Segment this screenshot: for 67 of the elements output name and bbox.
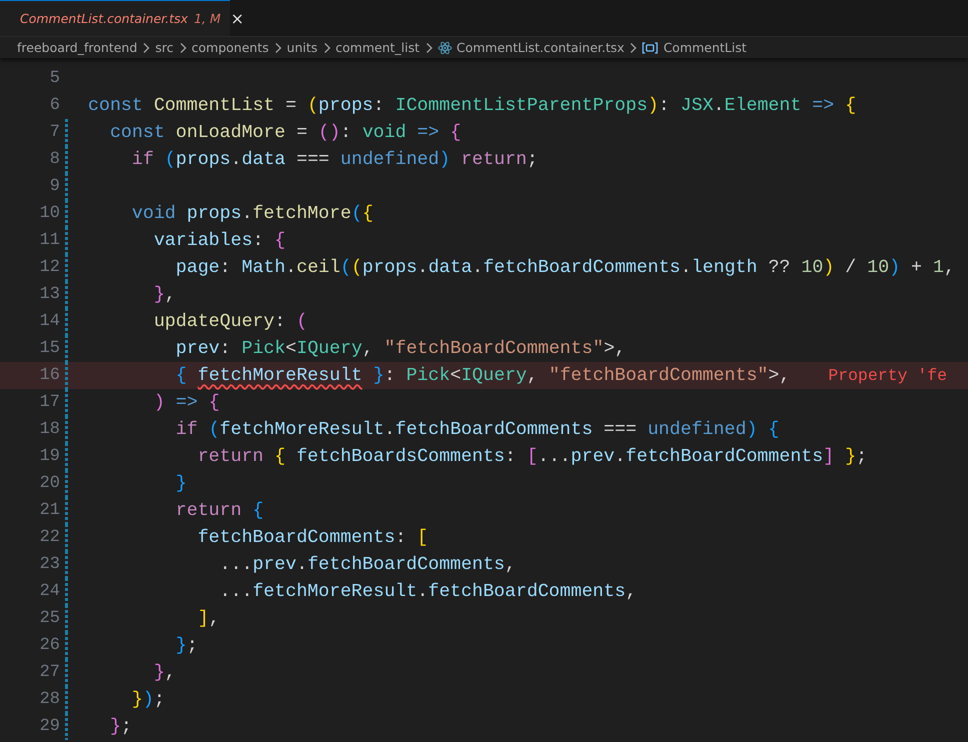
chevron-icon: [274, 42, 282, 54]
line-number: 9: [48, 177, 60, 196]
line-number: 26: [38, 636, 60, 655]
line-number: 22: [38, 528, 60, 547]
code-line: const CommentList = (props: ICommentListParentProps): JSX.Element => {: [88, 96, 856, 116]
breadcrumb-item[interactable]: components: [192, 40, 269, 55]
variable-icon: [642, 42, 658, 54]
code-line: });: [130, 690, 165, 710]
line-number: 7: [48, 123, 60, 142]
line-number: 28: [38, 690, 60, 709]
close-button[interactable]: ×: [230, 9, 244, 28]
line-number: 27: [38, 663, 60, 682]
line-number: 16: [38, 366, 60, 385]
breadcrumb-item[interactable]: CommentList: [663, 40, 747, 55]
line-number: 19: [38, 447, 60, 466]
code-line: variables: {: [152, 230, 286, 250]
code-line: ],: [196, 608, 220, 628]
code-line: }: [174, 474, 187, 494]
chevron-icon: [322, 42, 330, 54]
chevron-icon: [178, 42, 187, 54]
line-number: 10: [38, 204, 60, 223]
line-number: 14: [38, 312, 60, 331]
chevron-icon: [424, 42, 432, 54]
code-line: ) => {: [152, 392, 220, 412]
line-number: 17: [38, 393, 60, 412]
code-line: };: [174, 636, 198, 656]
code-line: if (props.data === undefined) return;: [130, 150, 538, 170]
code-line: prev: Pick<IQuery, "fetchBoardComments">,: [174, 338, 626, 358]
code-line: return {: [174, 500, 264, 520]
line-number: 24: [38, 582, 60, 601]
line-number: 5: [48, 69, 60, 88]
code-line: },: [152, 662, 176, 682]
error-message: Property 'fe: [828, 366, 948, 385]
code-line: fetchBoardComments: [: [196, 528, 428, 548]
tab-title: CommentList.container.tsx: [20, 11, 188, 26]
line-number: 8: [48, 150, 60, 169]
code-line: void props.fetchMore({: [130, 204, 374, 224]
breadcrumb-item[interactable]: freeboard_frontend: [17, 40, 138, 55]
breadcrumb-item[interactable]: comment_list: [336, 40, 420, 55]
code-line: const onLoadMore = (): void => {: [108, 122, 462, 142]
code-line: ...fetchMoreResult.fetchBoardComments,: [218, 582, 637, 602]
breadcrumb-item[interactable]: CommentList.container.tsx: [456, 40, 624, 55]
line-number: 11: [38, 231, 60, 250]
line-number: 29: [38, 717, 60, 736]
line-number: 23: [38, 555, 60, 574]
breadcrumb-item[interactable]: units: [286, 40, 318, 55]
line-number: 21: [38, 501, 60, 520]
chevron-icon: [142, 42, 150, 54]
code-line: return { fetchBoardsComments: [...prev.fetchBoardComments] };: [196, 446, 868, 466]
code-line: };: [108, 716, 132, 736]
line-number: 15: [38, 339, 60, 358]
line-number: 25: [38, 609, 60, 628]
code-line: page: Math.ceil((props.data.fetchBoardComments.length ?? 10) / 10) + 1,: [174, 258, 955, 278]
code-line: { fetchMoreResult }: Pick<IQuery, "fetchBoardComments">,: [174, 366, 790, 386]
line-number: 12: [38, 258, 60, 277]
code-line: ...prev.fetchBoardComments,: [218, 554, 516, 574]
line-number: 13: [38, 285, 60, 304]
code-line: if (fetchMoreResult.fetchBoardComments === undefined) {: [174, 420, 780, 440]
problem-count: 1, M: [194, 11, 221, 26]
line-number: 20: [38, 474, 60, 493]
atom-icon: [438, 40, 452, 54]
chevron-icon: [629, 42, 638, 54]
breadcrumb-item[interactable]: src: [155, 40, 174, 55]
code-line: updateQuery: (: [152, 312, 308, 332]
line-number: 6: [48, 96, 60, 115]
line-number: 18: [38, 420, 60, 439]
code-line: },: [152, 284, 176, 304]
